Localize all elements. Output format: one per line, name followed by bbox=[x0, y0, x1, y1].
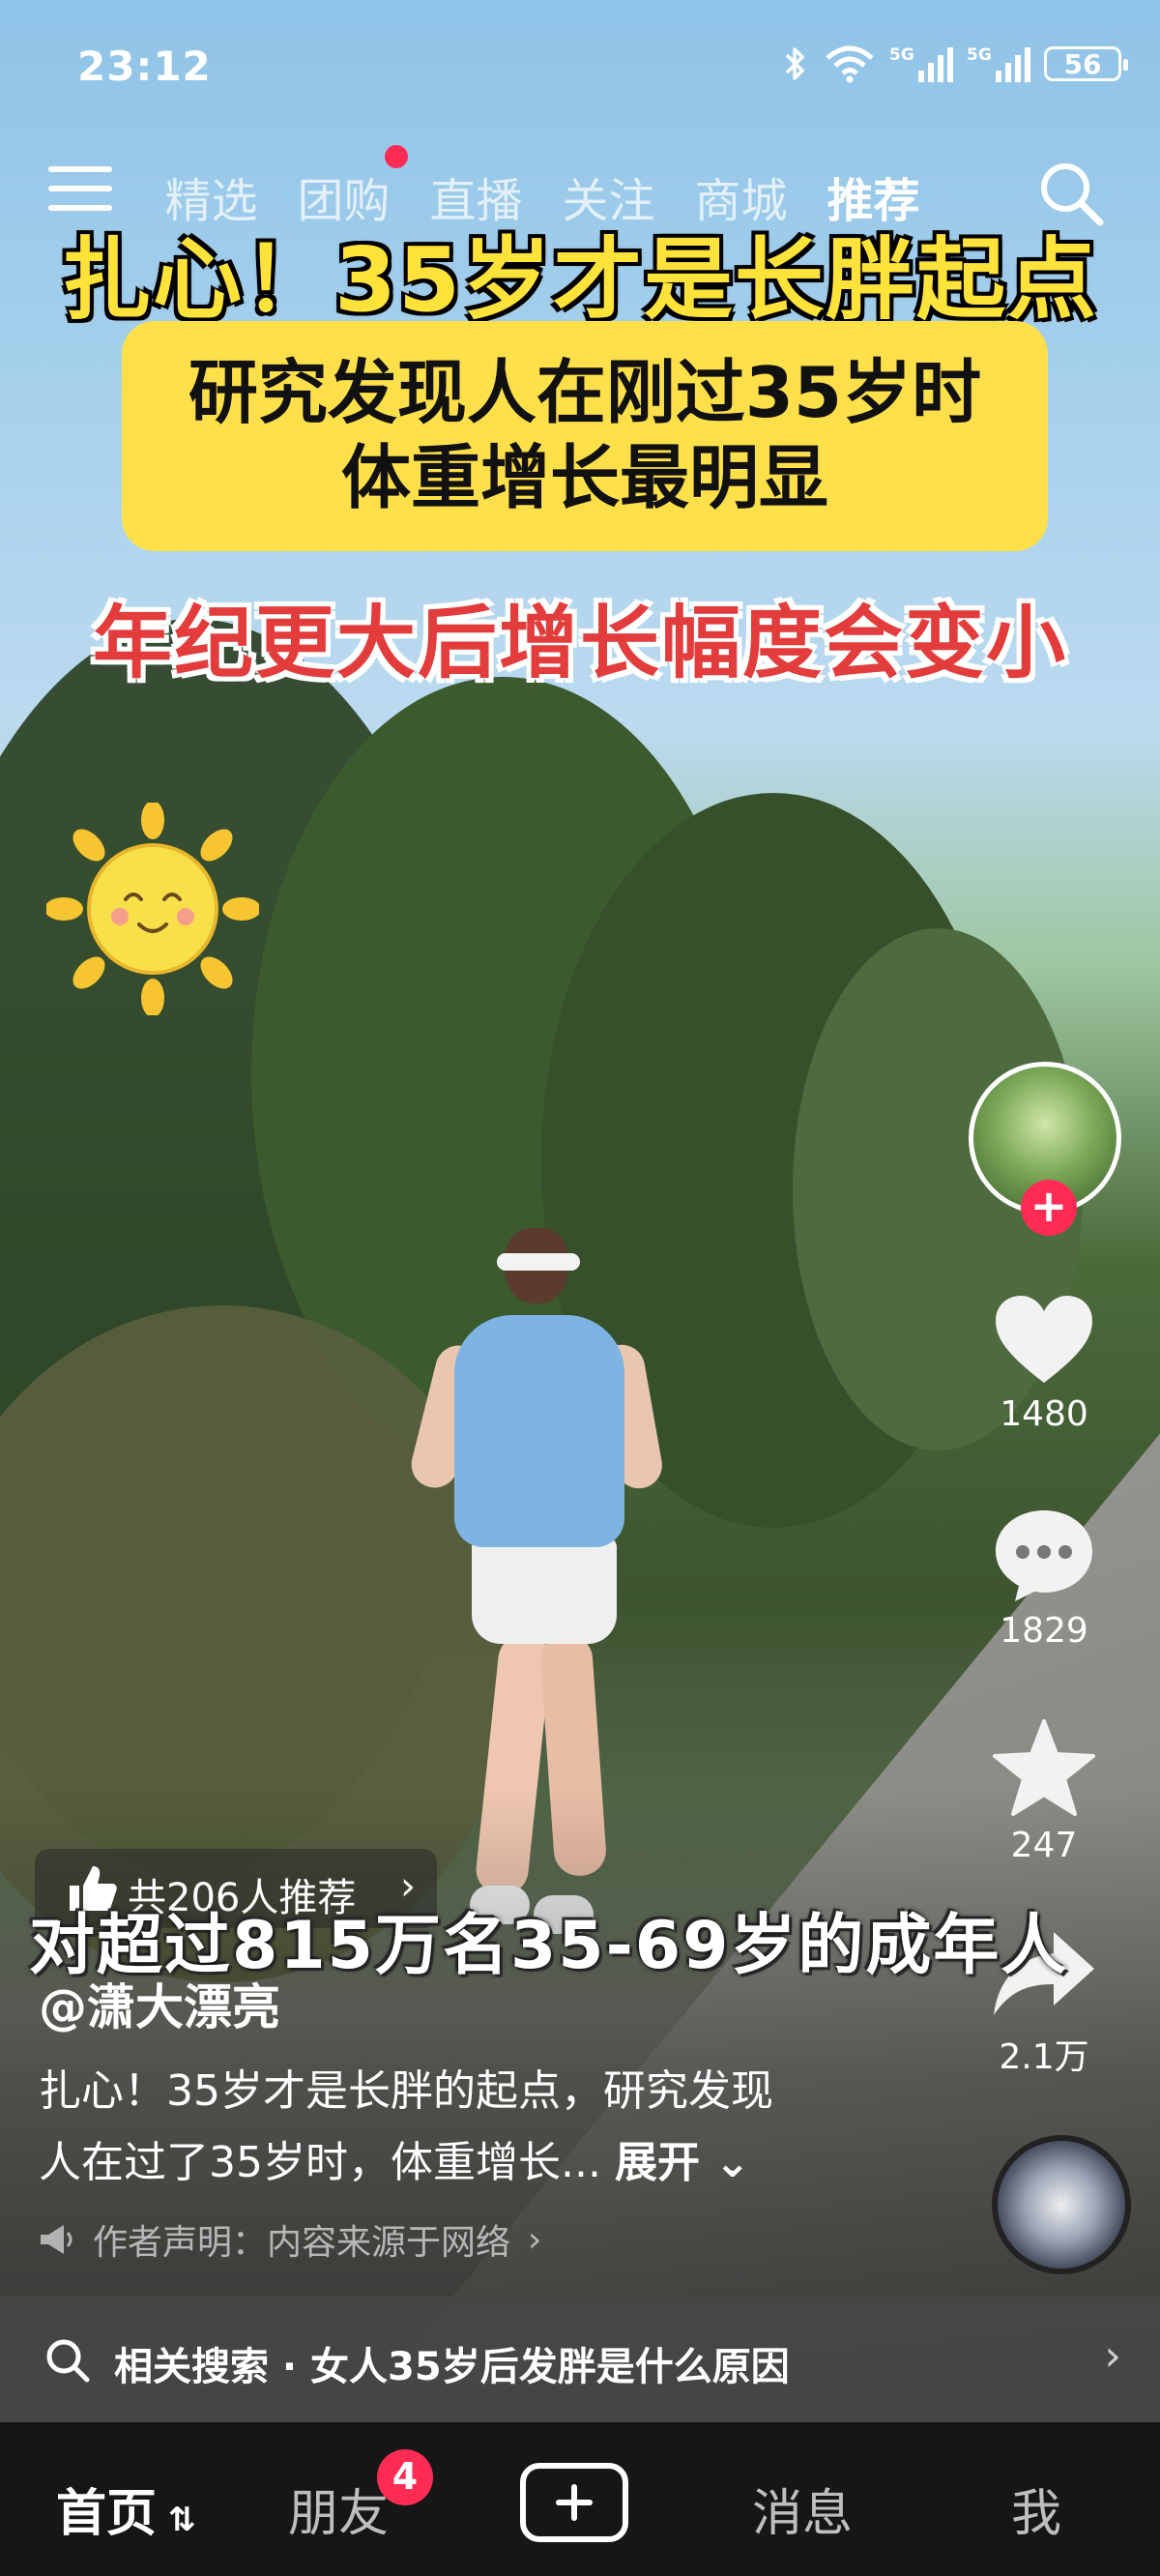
chevron-down-icon: ⌄ bbox=[699, 2138, 751, 2187]
friends-badge: 4 bbox=[377, 2449, 433, 2505]
sun-sticker-icon bbox=[46, 803, 259, 1015]
related-search-bar[interactable]: 相关搜索 · 女人35岁后发胖是什么原因 › bbox=[0, 2297, 1160, 2422]
author-name[interactable]: @潇大漂亮 bbox=[39, 1969, 280, 2038]
like-count: 1480 bbox=[1000, 1394, 1088, 1434]
video-description: 扎心！35岁才是长胖的起点，研究发现 人在过了35岁时，体重增长... 展开 ⌄ bbox=[39, 2056, 870, 2199]
desc-line-1: 扎心！35岁才是长胖的起点，研究发现 bbox=[39, 2066, 773, 2116]
wifi-icon bbox=[826, 45, 874, 83]
author-notice[interactable]: 作者声明：内容来源于网络 › bbox=[39, 2214, 541, 2265]
notification-dot bbox=[385, 145, 408, 168]
heart-icon bbox=[996, 1296, 1092, 1383]
expand-button[interactable]: 展开 ⌄ bbox=[615, 2138, 750, 2187]
caption-box-line1: 研究发现人在刚过35岁时 bbox=[188, 352, 982, 433]
battery-indicator: 56 bbox=[1044, 46, 1128, 81]
clock: 23:12 bbox=[77, 43, 212, 90]
comment-count: 1829 bbox=[1000, 1611, 1088, 1651]
bluetooth-icon bbox=[785, 47, 804, 80]
related-search-text: 相关搜索 · 女人35岁后发胖是什么原因 bbox=[114, 2345, 790, 2389]
chevron-right-icon: › bbox=[1104, 2331, 1121, 2381]
caption-box-line2: 体重增长最明显 bbox=[340, 437, 828, 518]
chevron-right-icon: › bbox=[528, 2219, 542, 2260]
tab-friends[interactable]: 朋友 bbox=[288, 2473, 389, 2545]
desc-line-2: 人在过了35岁时，体重增长... bbox=[39, 2138, 601, 2187]
megaphone-icon bbox=[41, 2225, 72, 2254]
signal-5g-icon-1: 5G bbox=[889, 45, 953, 82]
caption-red: 年纪更大后增长幅度会变小 bbox=[92, 598, 1067, 689]
status-bar: 23:12 5G 5G 56 bbox=[0, 0, 1160, 135]
tab-home[interactable]: 首页 ⇅ bbox=[56, 2473, 195, 2545]
caption-title: 扎心！35岁才是长胖起点 bbox=[61, 228, 1099, 332]
tab-me[interactable]: 我 bbox=[1011, 2473, 1061, 2545]
follow-button[interactable]: + bbox=[1021, 1180, 1077, 1236]
caption-box-text: 研究发现人在刚过35岁时 体重增长最明显 bbox=[122, 350, 1048, 520]
bottom-tab-bar: 首页 ⇅ 朋友 4 消息 我 bbox=[0, 2422, 1160, 2576]
notice-text: 作者声明：内容来源于网络 bbox=[93, 2223, 511, 2263]
music-disc[interactable] bbox=[992, 2135, 1131, 2274]
comment-button[interactable]: 1829 bbox=[928, 1507, 1160, 1651]
search-icon bbox=[46, 2339, 90, 2383]
favorite-count: 247 bbox=[1010, 1826, 1078, 1865]
favorite-button[interactable]: 247 bbox=[928, 1717, 1160, 1865]
refresh-toggle-icon: ⇅ bbox=[157, 2501, 196, 2539]
create-post-button[interactable] bbox=[520, 2463, 628, 2542]
comment-icon bbox=[996, 1510, 1092, 1601]
like-button[interactable]: 1480 bbox=[928, 1294, 1160, 1434]
tab-messages[interactable]: 消息 bbox=[752, 2473, 853, 2545]
star-icon bbox=[993, 1719, 1095, 1816]
share-count: 2.1万 bbox=[999, 2037, 1089, 2077]
signal-5g-icon-2: 5G bbox=[967, 45, 1030, 82]
